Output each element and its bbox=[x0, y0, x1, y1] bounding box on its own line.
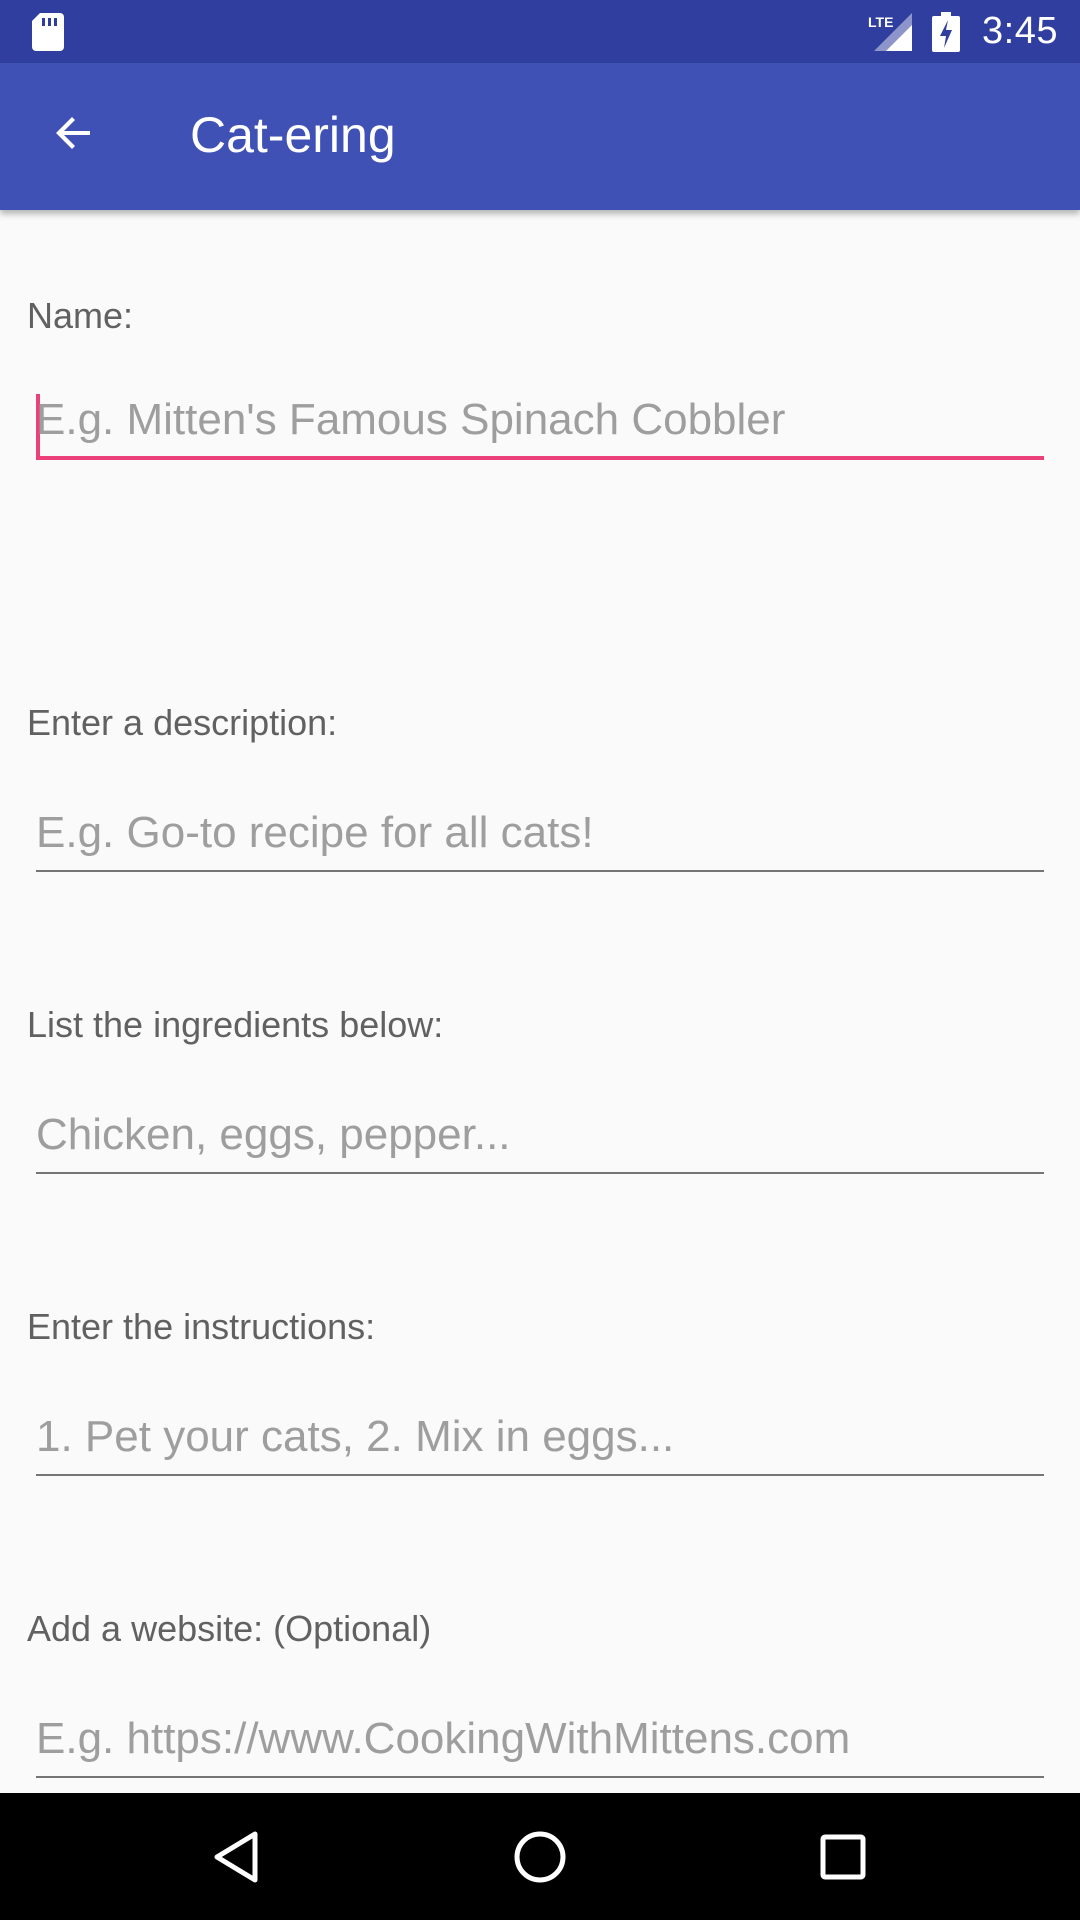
nav-recents-button[interactable] bbox=[803, 1817, 883, 1897]
status-icons: LTE 3:45 bbox=[868, 0, 1058, 63]
nav-back-button[interactable] bbox=[196, 1817, 276, 1897]
recipe-form: Name: Enter a description: List the ingr… bbox=[0, 210, 1080, 1793]
website-label: Add a website: (Optional) bbox=[27, 1608, 432, 1649]
sd-card-icon bbox=[32, 13, 64, 51]
ingredients-label: List the ingredients below: bbox=[27, 1004, 444, 1045]
instructions-field[interactable] bbox=[36, 1406, 1044, 1476]
page-title: Cat-ering bbox=[190, 107, 396, 163]
battery-charging-icon bbox=[932, 11, 961, 52]
status-clock: 3:45 bbox=[982, 10, 1058, 52]
app-bar: Cat-ering bbox=[0, 63, 1080, 210]
arrow-back-icon bbox=[56, 117, 90, 149]
description-label: Enter a description: bbox=[27, 702, 338, 743]
ingredients-field[interactable] bbox=[36, 1104, 1044, 1174]
status-bar: LTE 3:45 bbox=[0, 0, 1080, 63]
instructions-label: Enter the instructions: bbox=[27, 1306, 376, 1347]
recents-square-icon bbox=[820, 1834, 866, 1880]
home-circle-icon bbox=[514, 1831, 566, 1883]
back-button[interactable] bbox=[34, 93, 114, 173]
navigation-bar bbox=[0, 1793, 1080, 1920]
lte-signal-icon: LTE bbox=[868, 12, 913, 51]
name-field[interactable] bbox=[36, 390, 1044, 460]
description-field[interactable] bbox=[36, 802, 1044, 872]
nav-home-button[interactable] bbox=[500, 1817, 580, 1897]
back-triangle-icon bbox=[214, 1831, 258, 1883]
network-type-label: LTE bbox=[868, 14, 893, 30]
website-field[interactable] bbox=[36, 1708, 1044, 1778]
name-label: Name: bbox=[27, 295, 134, 336]
